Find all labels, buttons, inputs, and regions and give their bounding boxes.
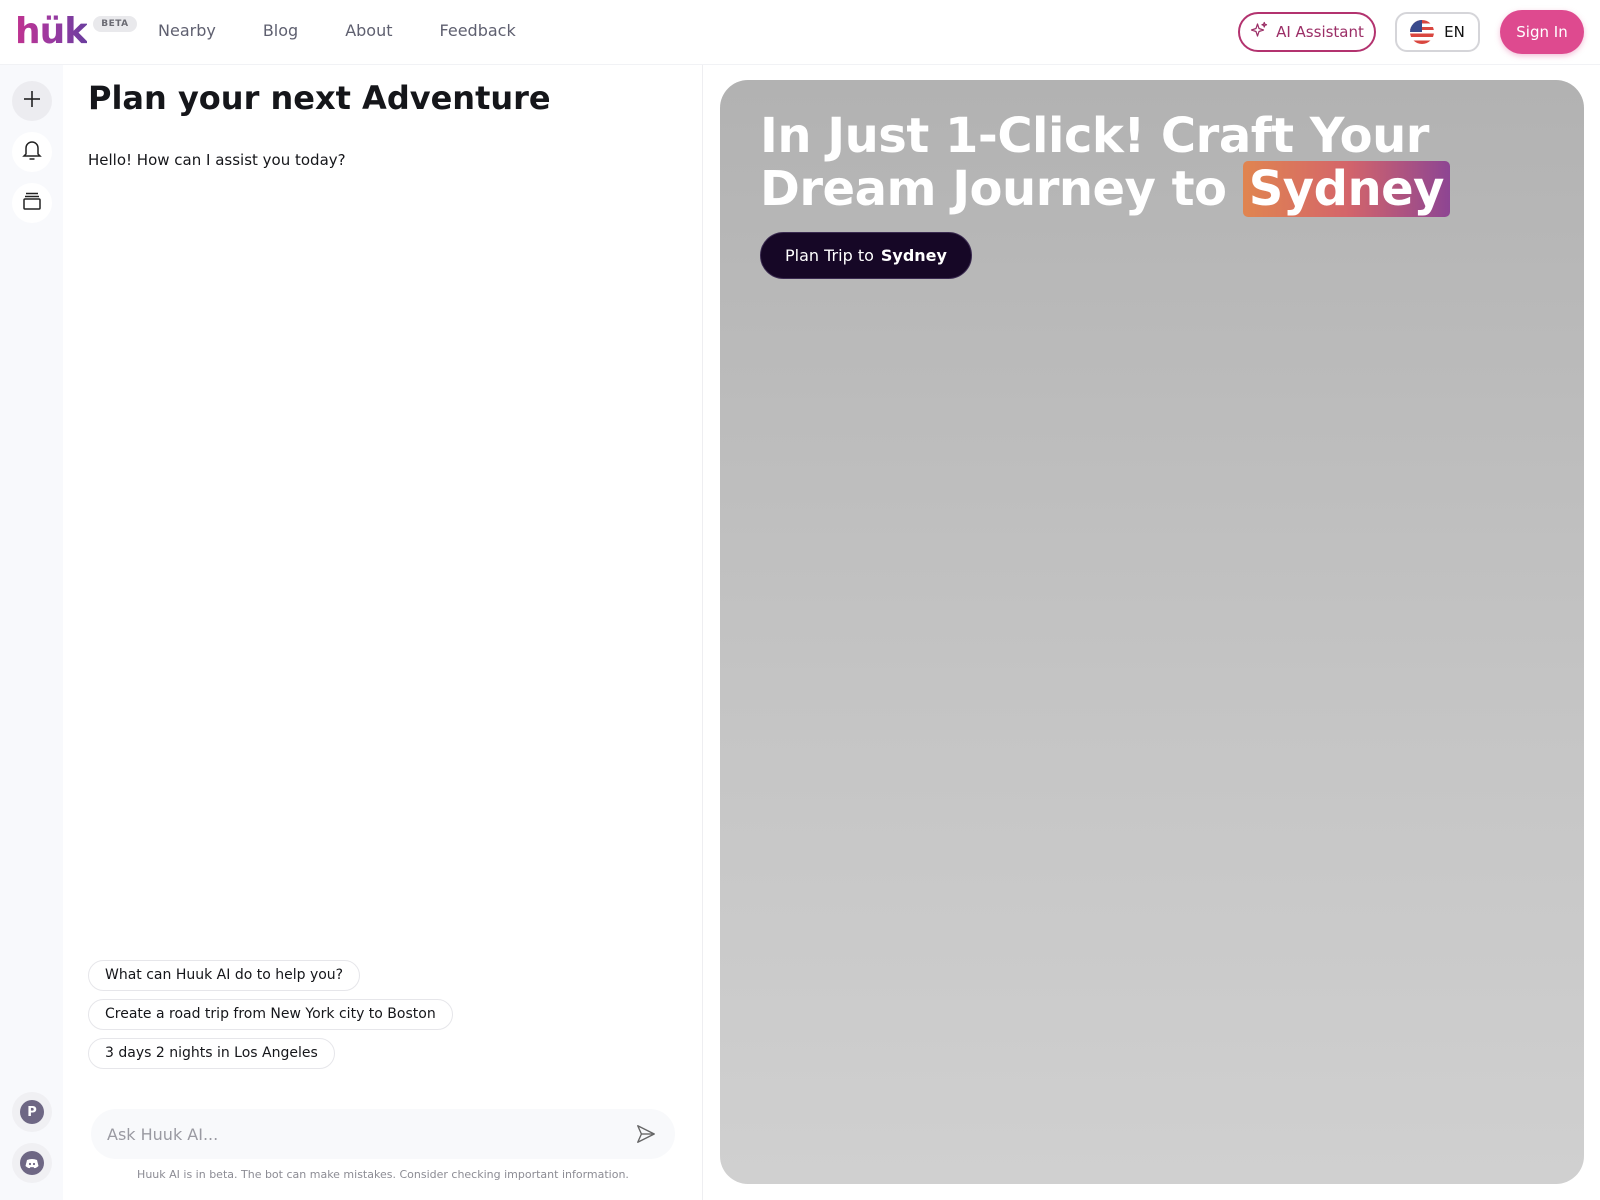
- destination-highlight: Sydney: [1242, 161, 1450, 217]
- product-hunt-icon: P: [20, 1100, 44, 1124]
- language-label: EN: [1444, 23, 1465, 41]
- sign-in-button[interactable]: Sign In: [1500, 10, 1584, 54]
- ai-assistant-label: AI Assistant: [1276, 23, 1364, 41]
- send-button[interactable]: [633, 1121, 659, 1147]
- plan-trip-label: Plan Trip to: [785, 246, 874, 265]
- ai-assistant-button[interactable]: AI Assistant: [1238, 12, 1376, 52]
- hero-panel: In Just 1-Click! Craft Your Dream Journe…: [720, 80, 1584, 1184]
- main-nav: Nearby Blog About Feedback: [158, 21, 516, 40]
- notifications-button[interactable]: [12, 132, 52, 172]
- plan-trip-button[interactable]: Plan Trip to Sydney: [760, 232, 972, 279]
- hero-headline: In Just 1-Click! Craft Your Dream Journe…: [760, 110, 1560, 217]
- chat-panel: Plan your next Adventure Hello! How can …: [63, 65, 703, 1200]
- suggestion-chip[interactable]: Create a road trip from New York city to…: [88, 999, 453, 1030]
- nav-about[interactable]: About: [345, 21, 392, 40]
- us-flag-icon: [1410, 20, 1435, 44]
- new-chat-button[interactable]: [12, 81, 52, 121]
- suggestion-list: What can Huuk AI do to help you? Create …: [88, 960, 453, 1069]
- page-title: Plan your next Adventure: [88, 79, 551, 117]
- assistant-greeting: Hello! How can I assist you today?: [88, 151, 346, 169]
- chat-input-container: [91, 1109, 675, 1159]
- logo-wordmark: hük: [15, 11, 88, 52]
- plan-trip-destination: Sydney: [880, 246, 947, 265]
- beta-badge: BETA: [93, 16, 137, 32]
- plus-icon: [22, 89, 42, 113]
- product-hunt-button[interactable]: P: [12, 1092, 52, 1132]
- language-selector[interactable]: EN: [1395, 12, 1480, 52]
- discord-button[interactable]: [12, 1143, 52, 1183]
- bell-icon: [22, 139, 42, 165]
- sparkle-icon: [1250, 21, 1268, 43]
- send-icon: [637, 1125, 655, 1143]
- nav-blog[interactable]: Blog: [263, 21, 298, 40]
- stack-icon: [22, 191, 42, 215]
- nav-nearby[interactable]: Nearby: [158, 21, 216, 40]
- suggestion-chip[interactable]: 3 days 2 nights in Los Angeles: [88, 1038, 335, 1069]
- suggestion-chip[interactable]: What can Huuk AI do to help you?: [88, 960, 361, 991]
- trips-button[interactable]: [12, 183, 52, 223]
- nav-feedback[interactable]: Feedback: [440, 21, 516, 40]
- chat-input[interactable]: [107, 1124, 633, 1144]
- sidebar: P: [0, 65, 63, 1200]
- logo[interactable]: hük BETA: [15, 14, 137, 50]
- discord-icon: [20, 1151, 44, 1175]
- beta-disclaimer: Huuk AI is in beta. The bot can make mis…: [137, 1168, 629, 1181]
- top-header: hük BETA Nearby Blog About Feedback AI A…: [0, 0, 1600, 65]
